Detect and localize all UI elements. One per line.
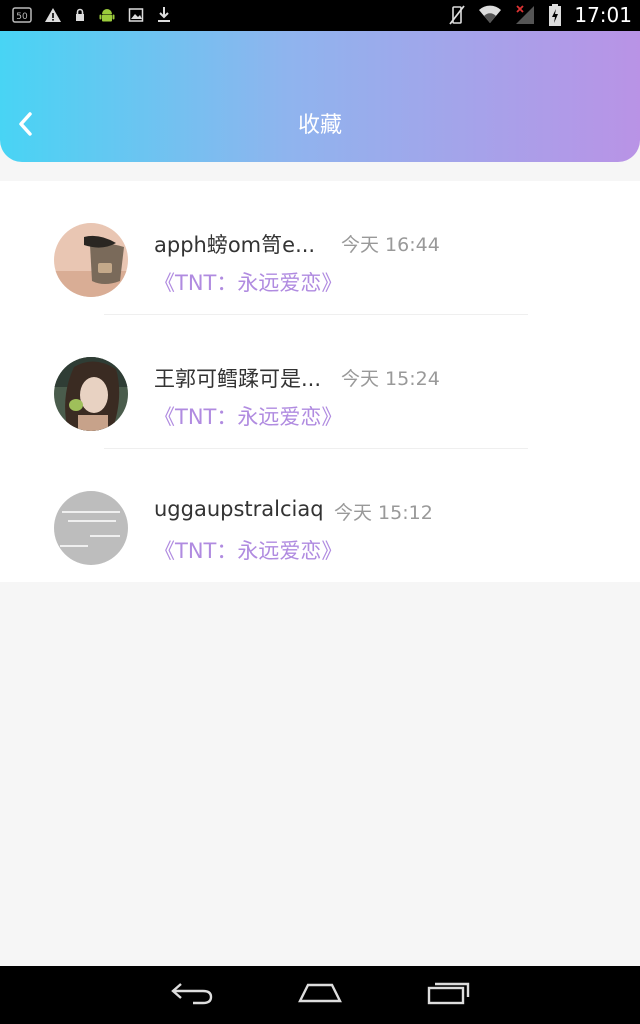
favorite-user-name: 王郭可鳕蹂可是... (154, 367, 322, 391)
nav-back-button[interactable] (167, 980, 217, 1010)
favorite-title[interactable]: 《TNT：永远爱恋》 (154, 401, 342, 431)
wifi-icon (478, 5, 502, 25)
status-bar-left: 50 (12, 6, 172, 24)
page-title: 收藏 (297, 113, 342, 138)
status-bar: 50 17:01 (0, 0, 640, 31)
favorite-title[interactable]: 《TNT：永远爱恋》 (154, 535, 342, 565)
favorite-item[interactable]: 王郭可鳕蹂可是... 今天 15:24 《TNT：永远爱恋》 (0, 315, 640, 449)
nav-home-button[interactable] (295, 980, 345, 1010)
nav-recent-apps-button[interactable] (423, 980, 473, 1010)
favorite-title[interactable]: 《TNT：永远爱恋》 (154, 267, 342, 297)
navigation-bar (0, 966, 640, 1024)
back-icon (169, 980, 215, 1010)
favorite-user-name: uggaupstralciaq (154, 497, 324, 521)
avatar (54, 491, 128, 565)
signal-icon (514, 4, 536, 26)
favorite-time: 今天 16:44 (341, 234, 440, 256)
warning-icon (44, 7, 62, 23)
recent-apps-icon (425, 980, 471, 1010)
image-icon (128, 7, 144, 23)
favorite-user-name: apph螃om笥e... (154, 233, 316, 257)
lock-icon (74, 7, 86, 23)
favorite-item[interactable]: apph螃om笥e... 今天 16:44 《TNT：永远爱恋》 (0, 181, 640, 315)
battery-icon (548, 3, 562, 27)
status-bar-right: 17:01 (448, 3, 632, 27)
badge-50-icon: 50 (12, 7, 32, 23)
svg-text:50: 50 (16, 12, 28, 22)
favorite-item[interactable]: uggaupstralciaq 今天 15:12 《TNT：永远爱恋》 (0, 449, 640, 583)
favorites-list: apph螃om笥e... 今天 16:44 《TNT：永远爱恋》 王郭可鳕蹂可是… (0, 181, 640, 582)
header-bar: 收藏 (0, 31, 640, 162)
vibrate-off-icon (448, 4, 466, 26)
avatar (54, 223, 128, 297)
favorite-time: 今天 15:12 (334, 502, 433, 524)
android-icon (98, 6, 116, 24)
status-time: 17:01 (574, 3, 632, 27)
favorite-time: 今天 15:24 (341, 368, 440, 390)
download-icon (156, 6, 172, 24)
home-icon (296, 981, 344, 1009)
avatar (54, 357, 128, 431)
